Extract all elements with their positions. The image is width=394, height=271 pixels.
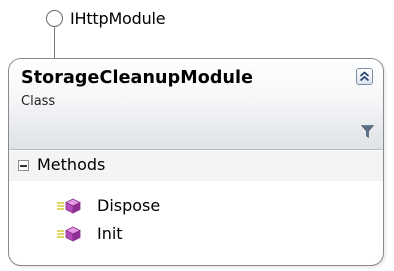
funnel-icon[interactable] [361, 125, 374, 138]
class-stereotype: Class [21, 94, 56, 109]
method-icon [57, 226, 81, 242]
methods-section-header[interactable]: Methods [9, 151, 383, 181]
interface-name[interactable]: IHttpModule [70, 9, 166, 28]
method-name: Init [97, 224, 123, 243]
double-chevron-up-icon [359, 71, 370, 82]
interface-lollipop: IHttpModule [46, 9, 386, 60]
collapse-shape-button[interactable] [356, 68, 373, 85]
method-name: Dispose [97, 196, 161, 215]
class-name[interactable]: StorageCleanupModule [21, 68, 253, 88]
section-label: Methods [37, 155, 106, 174]
collapse-section-icon[interactable] [18, 160, 29, 171]
interface-connector-line [53, 27, 55, 60]
class-shape[interactable]: StorageCleanupModule Class Methods Dispo… [8, 58, 384, 266]
class-header: StorageCleanupModule Class [9, 59, 383, 150]
method-icon [57, 198, 81, 214]
interface-circle-icon [46, 10, 63, 27]
